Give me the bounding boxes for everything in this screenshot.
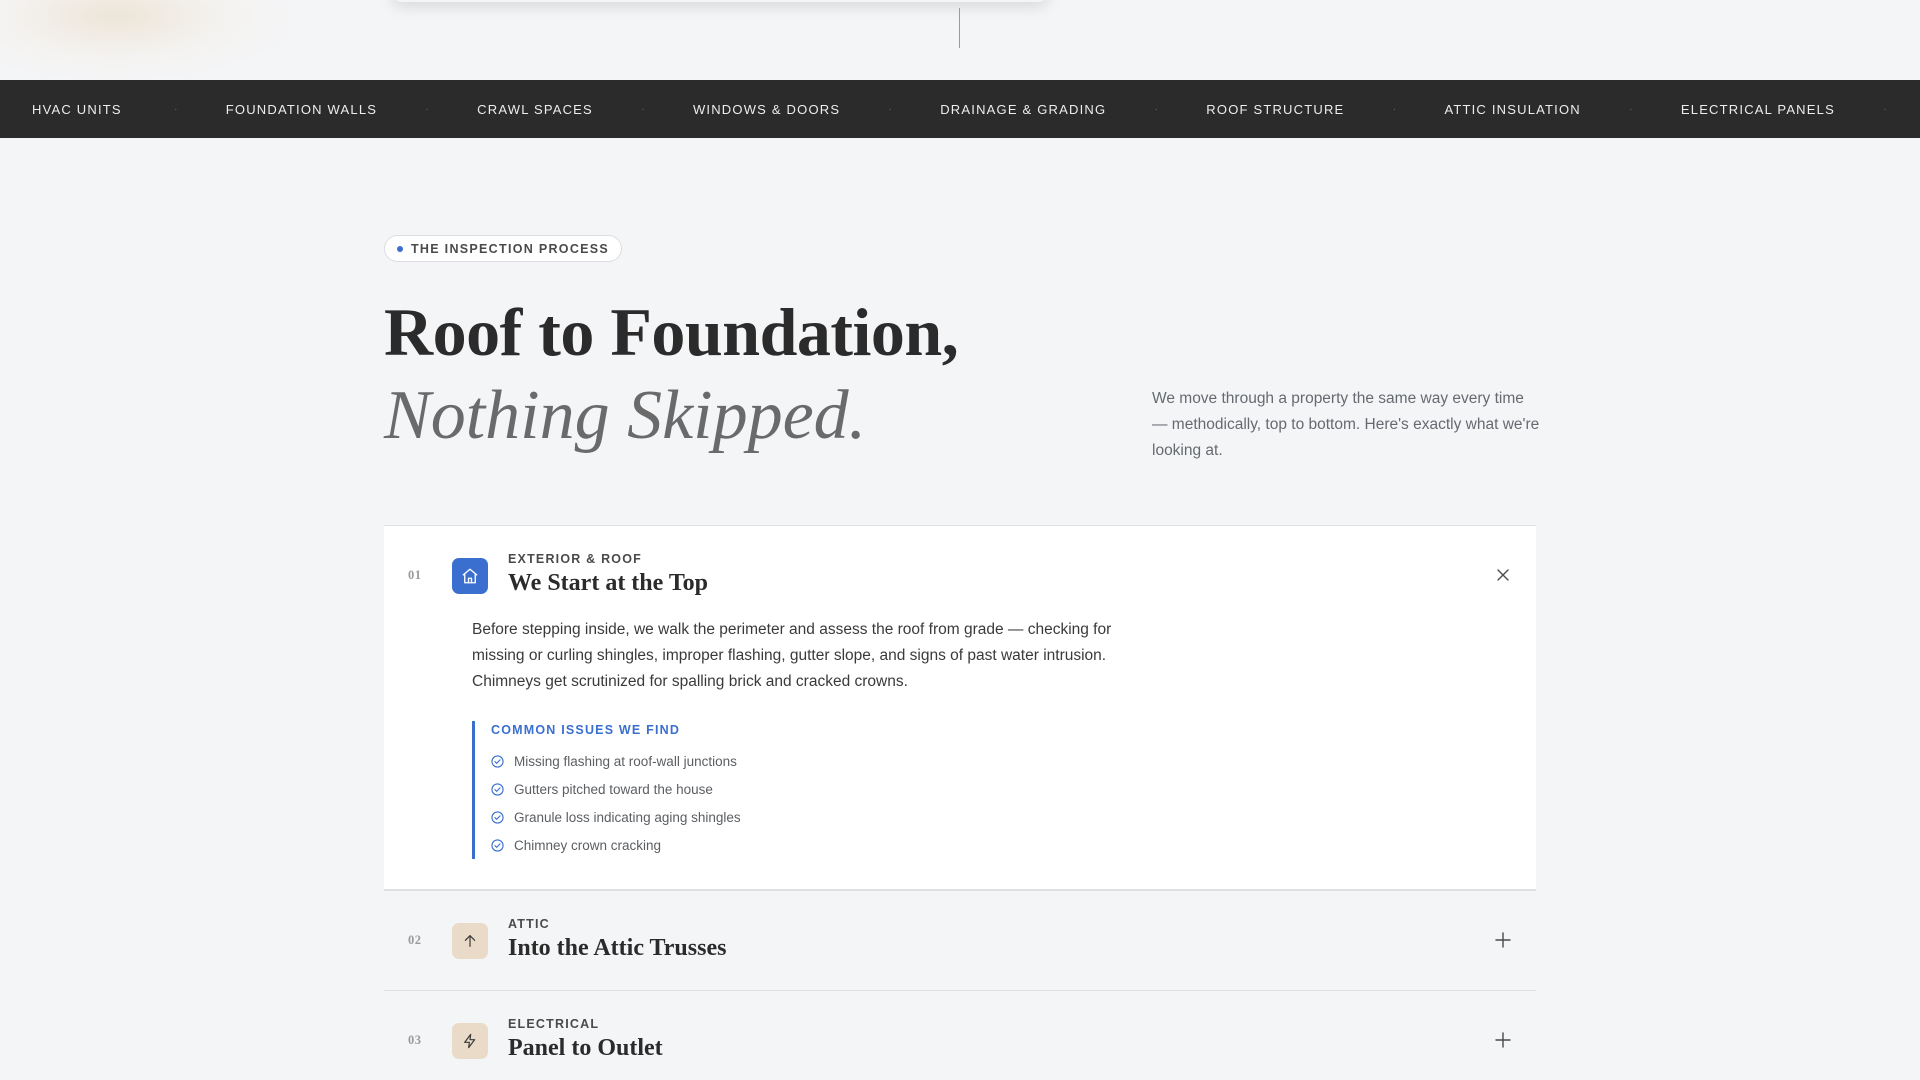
ticker-separator: · (641, 103, 645, 115)
check-circle-icon (491, 838, 504, 852)
ticker-separator: · (174, 103, 178, 115)
ticker-item: P (1889, 102, 1920, 117)
accordion-item-exterior-roof: 01 EXTERIOR & ROOF We Start at the Top B… (384, 525, 1536, 890)
accordion-body: Before stepping inside, we walk the peri… (384, 617, 1536, 889)
eyebrow-label: THE INSPECTION PROCESS (411, 241, 610, 256)
ticker-item: ATTIC INSULATION (1444, 101, 1581, 117)
issue-text: Gutters pitched toward the house (514, 781, 713, 797)
header-card-edge (392, 0, 1048, 2)
ticker-item: ELECTRICAL PANELS (1680, 101, 1835, 117)
issue-text: Granule loss indicating aging shingles (514, 809, 741, 825)
arrow-up-icon (452, 923, 488, 959)
step-number: 02 (408, 933, 422, 947)
ticker-item: ROOF STRUCTURE (1206, 101, 1345, 117)
decorative-glow (0, 0, 290, 80)
issues-heading: COMMON ISSUES WE FIND (491, 723, 681, 737)
issue-text: Missing flashing at roof-wall junctions (514, 753, 737, 769)
accordion-item-electrical: 03 ELECTRICAL Panel to Outlet (384, 990, 1536, 1080)
section-title: Roof to Foundation, (384, 294, 959, 370)
accordion-header[interactable]: 03 ELECTRICAL Panel to Outlet (384, 991, 1536, 1080)
step-category: EXTERIOR & ROOF (508, 552, 642, 566)
plus-icon[interactable] (1494, 931, 1512, 949)
ticker-item: FOUNDATION WALLS (225, 101, 378, 117)
close-icon[interactable] (1494, 566, 1512, 584)
ticker-item: WINDOWS & DOORS (692, 101, 841, 117)
check-circle-icon (491, 754, 504, 768)
service-ticker: · HVAC UNITS · FOUNDATION WALLS · CRAWL … (0, 80, 1920, 138)
common-issues-list: COMMON ISSUES WE FIND Missing flashing a… (472, 721, 1536, 859)
step-description: Before stepping inside, we walk the peri… (472, 621, 1112, 690)
home-icon (452, 558, 488, 594)
ticker-separator: · (1154, 103, 1158, 115)
inspection-steps-accordion: 01 EXTERIOR & ROOF We Start at the Top B… (384, 525, 1536, 1080)
ticker-separator: · (1629, 103, 1633, 115)
list-item: Granule loss indicating aging shingles (491, 803, 1536, 831)
check-circle-icon (491, 782, 504, 796)
accordion-header[interactable]: 02 ATTIC Into the Attic Trusses (384, 891, 1536, 990)
step-category: ELECTRICAL (508, 1017, 600, 1031)
ticker-item: CRAWL SPACES (477, 101, 593, 117)
ticker-separator: · (888, 103, 892, 115)
eyebrow-dot-icon (397, 245, 403, 252)
section-description: We move through a property the same way … (1152, 390, 1540, 459)
accordion-header[interactable]: 01 EXTERIOR & ROOF We Start at the Top (384, 526, 1536, 623)
step-title: We Start at the Top (508, 570, 709, 596)
step-title: Into the Attic Trusses (508, 935, 727, 961)
list-item: Chimney crown cracking (491, 831, 1536, 859)
ticker-item: HVAC UNITS (32, 101, 122, 117)
step-number: 01 (408, 568, 422, 582)
lightning-icon (452, 1023, 488, 1059)
ticker-separator: · (425, 103, 429, 115)
ticker-separator: · (1883, 103, 1887, 115)
plus-icon[interactable] (1494, 1031, 1512, 1049)
section-hero: Roof to Foundation, Nothing Skipped. We … (384, 292, 1539, 462)
list-item: Gutters pitched toward the house (491, 775, 1536, 803)
ticker-item: DRAINAGE & GRADING (940, 101, 1107, 117)
top-area (0, 0, 1920, 80)
issue-text: Chimney crown cracking (514, 837, 662, 853)
scroll-indicator-line (959, 8, 960, 48)
accordion-item-attic: 02 ATTIC Into the Attic Trusses (384, 890, 1536, 990)
ticker-separator: · (1392, 103, 1397, 115)
inspection-process-section: THE INSPECTION PROCESS Roof to Foundatio… (384, 235, 1539, 1061)
check-circle-icon (491, 810, 504, 824)
section-eyebrow-badge: THE INSPECTION PROCESS (384, 235, 623, 262)
step-title: Panel to Outlet (508, 1035, 663, 1061)
step-category: ATTIC (508, 917, 550, 931)
list-item: Missing flashing at roof-wall junctions (491, 747, 1536, 775)
step-number: 03 (408, 1033, 422, 1047)
